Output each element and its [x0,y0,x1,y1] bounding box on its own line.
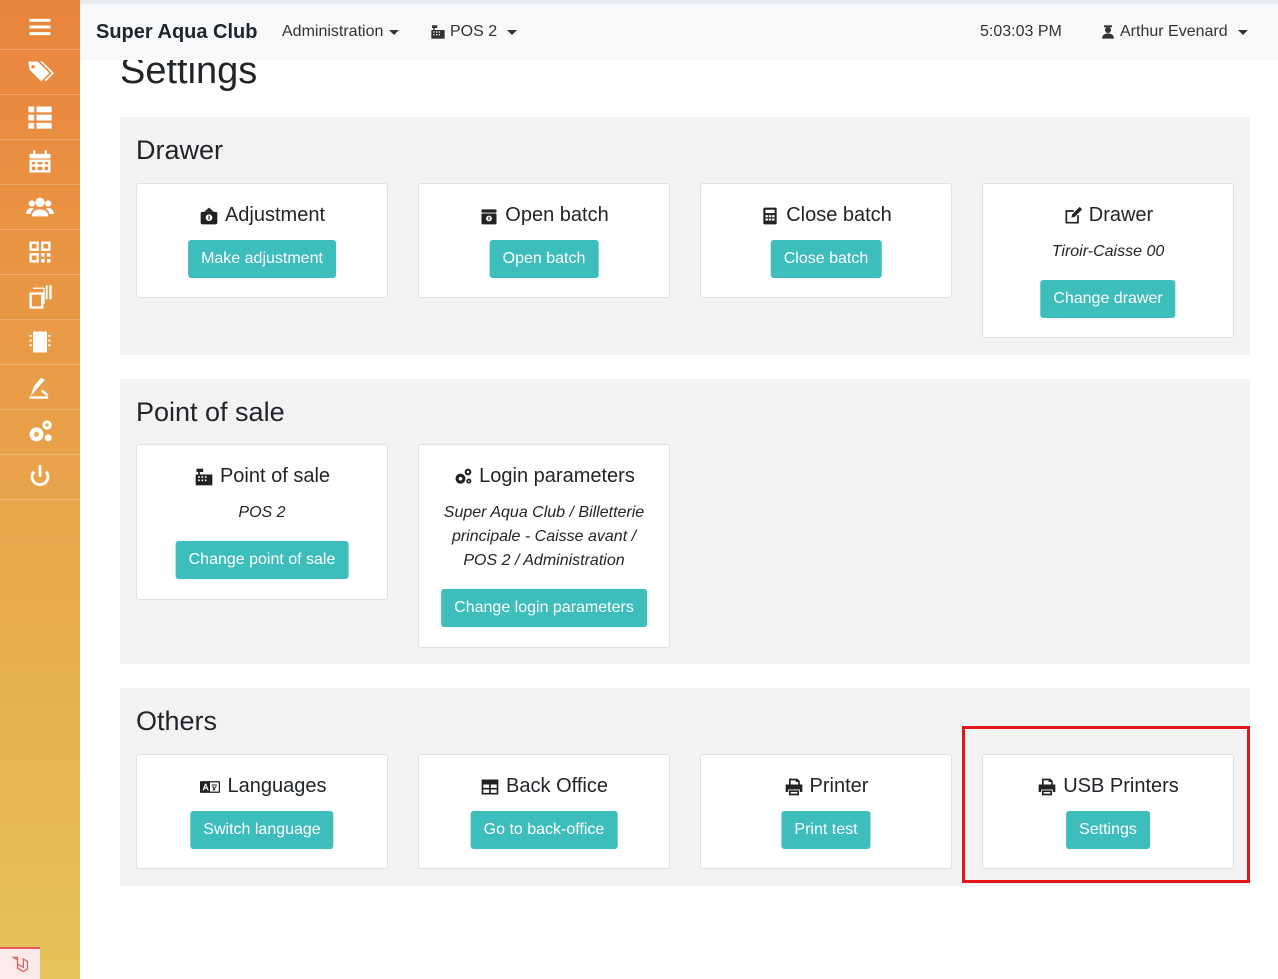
back-office-card: Back Office Go to back-office [418,754,670,869]
languages-title: Languages [137,775,387,798]
calendar-icon[interactable] [0,140,80,185]
print-test-button[interactable]: Print test [781,811,871,849]
printer-title-text: Printer [809,775,869,797]
drawer-title: Drawer [983,204,1233,227]
drawer-title-text: Drawer [1088,204,1154,226]
languages-card: Languages Switch language [136,754,388,869]
qrcode-icon[interactable] [0,230,80,275]
change-login-parameters-button[interactable]: Change login parameters [441,589,647,627]
cash-register-icon [195,468,213,485]
topbar-content: Super Aqua Club Administration POS 2 5:0… [80,0,1278,60]
login-line-1: Super Aqua Club / Billetterie [443,504,645,521]
chip-icon[interactable] [0,320,80,365]
login-line-3: POS 2 / Administration [463,552,625,569]
calculator-icon [763,207,777,224]
user-tie-icon [1102,25,1114,39]
drawer-section-title: Drawer [136,135,224,165]
adjustment-title: Adjustment [137,204,387,227]
drawer-section: Drawer Adjustment Make adjustment Open b… [120,117,1250,355]
time-label: 5:03:03 PM [980,23,1062,40]
open-batch-title-text: Open batch [505,204,609,226]
cogs-icon [455,468,472,484]
login-parameters-title: Login parameters [419,465,669,488]
open-batch-card: Open batch Open batch [418,183,670,298]
table-icon [481,779,499,794]
point-of-sale-value: POS 2 [238,504,286,521]
edit-square-icon [1065,206,1082,223]
cash-register-icon [431,25,445,39]
tags-icon[interactable] [0,50,80,95]
money-adjust-icon [200,207,218,224]
close-batch-title: Close batch [701,204,951,227]
login-line-2: principale - Caisse avant / [451,528,637,545]
point-of-sale-section: Point of sale Point of sale POS 2 Change… [120,379,1250,664]
point-of-sale-title-text: Point of sale [219,465,331,487]
user-dropdown[interactable]: Arthur Evenard [1100,23,1248,41]
back-office-title: Back Office [419,775,669,798]
point-of-sale-title: Point of sale [137,465,387,488]
pos-section-title: Point of sale [136,397,285,427]
adjustment-card: Adjustment Make adjustment [136,183,388,298]
drawer-value: Tiroir-Caisse 00 [1051,243,1165,260]
sidebar [0,0,80,979]
adjustment-title-text: Adjustment [224,204,326,226]
administration-dropdown[interactable]: Administration [282,23,400,41]
point-of-sale-card: Point of sale POS 2 Change point of sale [136,444,388,600]
pos-dropdown[interactable]: POS 2 [430,23,518,41]
menu-icon[interactable] [0,5,80,50]
brand-name[interactable]: Super Aqua Club [96,21,257,44]
cash-box-icon [481,208,497,224]
drawer-card: Drawer Tiroir-Caisse 00 Change drawer [982,183,1234,338]
laravel-icon [0,947,40,979]
settings-icon[interactable] [0,410,80,455]
close-batch-card: Close batch Close batch [700,183,952,298]
language-icon [199,780,220,793]
printer-icon [785,778,802,795]
highlight-box [962,726,1250,883]
go-to-back-office-button[interactable]: Go to back-office [470,811,618,849]
change-point-of-sale-button[interactable]: Change point of sale [175,541,349,579]
list-icon[interactable] [0,95,80,140]
login-parameters-value: Super Aqua Club / Billetterie principale… [429,501,659,573]
login-parameters-title-text: Login parameters [479,465,635,487]
open-batch-title: Open batch [419,204,669,227]
languages-title-text: Languages [227,775,327,797]
users-icon[interactable] [0,185,80,230]
make-adjustment-button[interactable]: Make adjustment [188,240,336,278]
chevron-down-icon [1237,29,1248,35]
printer-card: Printer Print test [700,754,952,869]
chevron-down-icon [389,29,400,35]
close-batch-button[interactable]: Close batch [770,240,882,278]
power-icon[interactable] [0,455,80,500]
change-drawer-button[interactable]: Change drawer [1040,280,1176,318]
printer-title: Printer [701,775,951,798]
back-office-title-text: Back Office [506,775,608,797]
user-name: Arthur Evenard [1120,23,1228,40]
chevron-down-icon [507,29,518,35]
switch-language-button[interactable]: Switch language [190,811,334,849]
administration-label: Administration [282,23,384,40]
open-batch-button[interactable]: Open batch [489,240,599,278]
pos-label: POS 2 [450,23,498,40]
close-batch-title-text: Close batch [786,204,892,226]
others-section-title: Others [136,706,218,736]
barcode-icon[interactable] [0,275,80,320]
clock: 5:03:03 PM [980,23,1062,41]
login-parameters-card: Login parameters Super Aqua Club / Bille… [418,444,670,648]
edit-icon[interactable] [0,365,80,410]
